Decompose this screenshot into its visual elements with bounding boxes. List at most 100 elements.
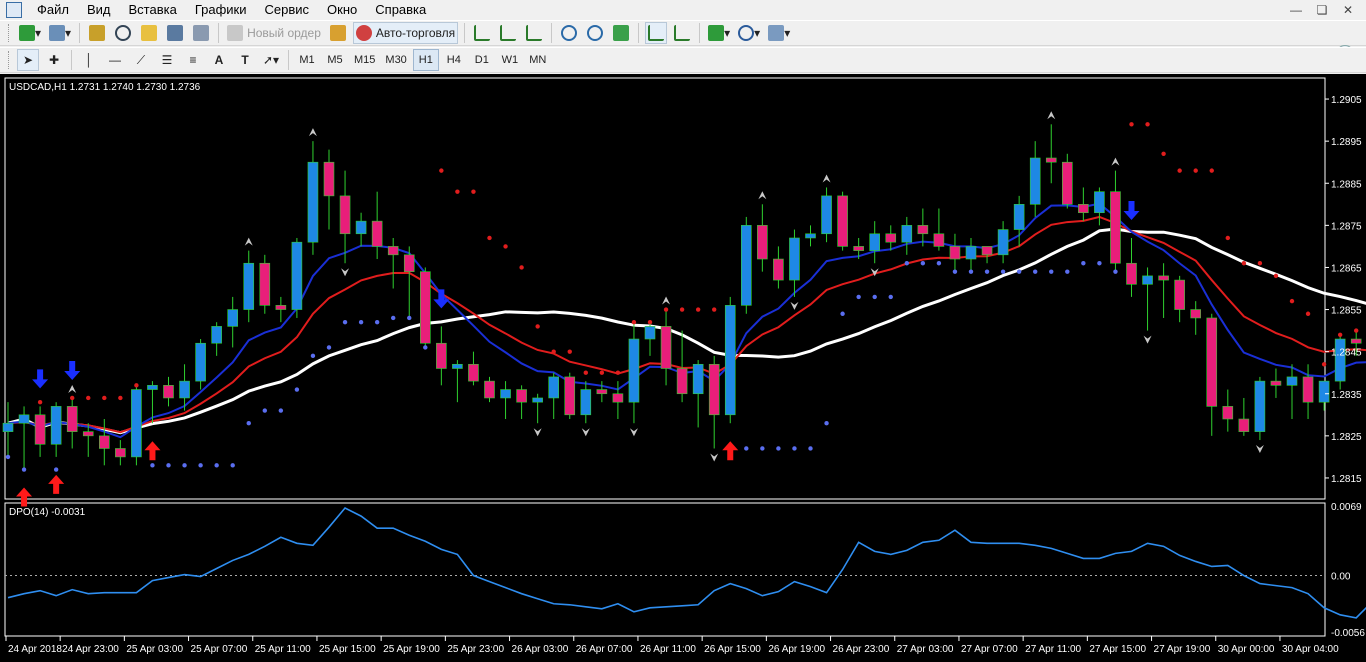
stop-dot-red — [1177, 168, 1182, 173]
zoom-in-button[interactable] — [558, 22, 580, 44]
new-order-button[interactable]: Новый ордер — [225, 22, 323, 44]
toolbar-grip[interactable] — [8, 24, 11, 42]
timeframe-d1[interactable]: D1 — [469, 49, 495, 71]
candlestick-button[interactable] — [497, 22, 519, 44]
menu-tools[interactable]: Сервис — [256, 0, 319, 20]
sell-arrow — [1123, 200, 1140, 220]
restore-icon[interactable]: ❏ — [1314, 2, 1330, 18]
stop-dot-blue — [872, 294, 877, 300]
arrows-button[interactable]: ➚ ▾ — [260, 49, 282, 71]
horizontal-line-button[interactable]: — — [104, 49, 126, 71]
price-tick-label: 1.2875 — [1331, 221, 1362, 232]
toolbar-separator — [464, 23, 466, 43]
candle-body — [115, 448, 126, 458]
timeframe-m30[interactable]: M30 — [381, 49, 410, 71]
chart-autoscroll-button[interactable] — [645, 22, 668, 44]
timeframe-m5[interactable]: M5 — [322, 49, 348, 71]
indicator-tick-label: 0.00 — [1331, 572, 1351, 583]
profiles-button[interactable]: ▾ — [47, 22, 73, 44]
toolbar-grip[interactable] — [8, 51, 11, 69]
vertical-line-button[interactable]: │ — [78, 49, 100, 71]
new-chart-button[interactable]: ▾ — [17, 22, 43, 44]
stop-dot-blue — [776, 446, 781, 451]
app-icon[interactable] — [6, 2, 22, 18]
candles — [2, 124, 1362, 470]
time-tick-label: 24 Apr 23:00 — [62, 644, 119, 655]
zoom-out-button[interactable] — [584, 22, 606, 44]
menu-help[interactable]: Справка — [366, 0, 435, 20]
time-tick-label: 25 Apr 11:00 — [255, 644, 311, 655]
menu-file[interactable]: Файл — [28, 0, 78, 20]
candle-body — [933, 233, 945, 247]
indicators-button[interactable]: ▾ — [706, 22, 732, 44]
stop-dot-blue — [326, 345, 332, 350]
templates-button[interactable]: ▾ — [766, 22, 792, 44]
timeframe-w1[interactable]: W1 — [497, 49, 523, 71]
close-icon[interactable]: ✕ — [1340, 2, 1356, 18]
time-tick-label: 26 Apr 15:00 — [704, 644, 761, 655]
data-window-button[interactable] — [112, 22, 134, 44]
autotrading-icon — [355, 25, 372, 41]
price-chart[interactable]: 0.0069 0.00 -0.0056 1.2905 1.2895 1.2885 1.28… — [0, 74, 1366, 662]
stop-dot-red — [535, 324, 540, 329]
price-tick-label: 1.2895 — [1331, 137, 1362, 148]
time-tick-label: 26 Apr 19:00 — [768, 644, 825, 655]
trendline-icon: ⟋ — [136, 52, 146, 67]
stop-dot-red — [487, 235, 492, 241]
candle-body — [837, 195, 848, 247]
toolbar-separator — [218, 23, 220, 43]
crosshair-button[interactable]: ✚ — [43, 49, 65, 71]
tile-windows-button[interactable] — [610, 22, 632, 44]
minimize-icon[interactable]: — — [1288, 2, 1304, 18]
timeframe-h4[interactable]: H4 — [441, 49, 467, 71]
periods-button[interactable]: ▾ — [736, 22, 762, 44]
terminal-button[interactable] — [164, 22, 186, 44]
equidistant-channel-button[interactable]: ☰ — [156, 49, 178, 71]
navigator-button[interactable] — [138, 22, 160, 44]
menu-window[interactable]: Окно — [318, 0, 366, 20]
stop-dot-blue — [808, 446, 813, 451]
stop-dot-red — [1321, 362, 1327, 367]
stop-dot-red — [1193, 168, 1198, 173]
trendline-button[interactable]: ⟋ — [130, 49, 152, 71]
timeframe-h1[interactable]: H1 — [412, 49, 439, 71]
chart-window[interactable]: 0.0069 0.00 -0.0056 1.2905 1.2895 1.2885 1.28… — [0, 74, 1366, 662]
stop-dot-red — [567, 349, 572, 354]
stop-dot-red — [455, 189, 460, 194]
chart-shift-button[interactable] — [671, 22, 693, 44]
autotrading-button[interactable]: Авто-торговля — [352, 22, 459, 44]
stop-dot-blue — [342, 319, 348, 325]
tester-button[interactable] — [190, 22, 212, 44]
time-tick-label: 24 Apr 2018 — [8, 644, 62, 655]
metaeditor-button[interactable] — [327, 22, 349, 44]
candle-body — [1350, 338, 1362, 344]
menu-view[interactable]: Вид — [78, 0, 120, 20]
menu-insert[interactable]: Вставка — [120, 0, 186, 20]
fast-ma-line — [7, 202, 1366, 439]
bar-chart-button[interactable] — [471, 22, 493, 44]
candle-body — [371, 220, 383, 247]
line-chart-button[interactable] — [523, 22, 545, 44]
candle-body — [339, 195, 351, 235]
market-watch-button[interactable] — [86, 22, 108, 44]
cursor-button[interactable]: ➤ — [17, 49, 39, 71]
stop-dot-red — [1225, 235, 1231, 241]
fibonacci-button[interactable]: ≡ — [182, 49, 204, 71]
stop-dot-red — [118, 395, 123, 401]
candle-body — [34, 414, 46, 445]
timeframe-m15[interactable]: M15 — [350, 49, 379, 71]
timeframe-m1[interactable]: M1 — [294, 49, 320, 71]
timeframe-mn[interactable]: MN — [525, 49, 551, 71]
candle-body — [1206, 317, 1218, 407]
stop-dot-blue — [936, 261, 942, 266]
drawing-toolbar: ➤ ✚ │ — ⟋ ☰ ≡ A T ➚ ▾ M1 M5 M15 M30 H1 H4… — [0, 47, 1366, 73]
menu-charts[interactable]: Графики — [186, 0, 256, 20]
channel-icon: ☰ — [161, 53, 173, 67]
price-tick-label: 1.2825 — [1331, 432, 1362, 443]
stop-dot-red — [1241, 261, 1247, 266]
stop-dot-blue — [423, 345, 428, 350]
toolbar-separator — [79, 23, 81, 43]
time-tick-label: 27 Apr 15:00 — [1089, 644, 1146, 655]
text-button[interactable]: A — [208, 49, 230, 71]
text-label-button[interactable]: T — [234, 49, 256, 71]
